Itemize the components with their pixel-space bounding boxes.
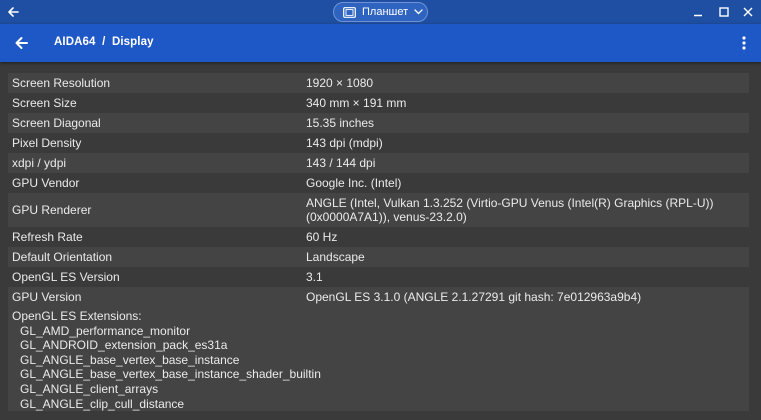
- minimize-button[interactable]: [689, 3, 707, 21]
- maximize-icon: [719, 7, 729, 17]
- info-value: OpenGL ES 3.1.0 (ANGLE 2.1.27291 git has…: [306, 290, 642, 304]
- minimize-icon: [694, 14, 702, 17]
- info-value: 1920 × 1080: [306, 76, 374, 90]
- tablet-icon: [343, 6, 356, 18]
- overflow-menu-button[interactable]: [736, 33, 752, 53]
- list-item: GL_ANGLE_base_vertex_base_instance: [20, 352, 240, 367]
- extensions-heading: OpenGL ES Extensions:: [12, 309, 142, 323]
- list-item: GL_AMD_performance_monitor: [20, 323, 191, 338]
- list-item: GL_ANDROID_extension_pack_es31a: [20, 338, 228, 353]
- list-item: Refresh Rate 60 Hz: [8, 227, 749, 247]
- info-value: Landscape: [306, 250, 365, 264]
- list-item: OpenGL ES Version 3.1: [8, 267, 749, 287]
- list-item: Screen Resolution 1920 × 1080: [8, 73, 749, 93]
- arrow-left-icon: [8, 7, 19, 17]
- back-button[interactable]: [10, 32, 32, 54]
- info-value: 3.1: [306, 270, 323, 284]
- info-key: Default Orientation: [12, 250, 113, 264]
- list-item: GPU Renderer ANGLE (Intel, Vulkan 1.3.25…: [8, 193, 749, 227]
- list-item: GPU Vendor Google Inc. (Intel): [8, 173, 749, 193]
- list-item: Screen Size 340 mm × 191 mm: [8, 93, 749, 113]
- chevron-down-icon: [414, 9, 423, 15]
- arrow-left-icon: [15, 37, 28, 49]
- list-item: Default Orientation Landscape: [8, 247, 749, 267]
- info-key: OpenGL ES Version: [12, 270, 120, 284]
- info-value: 340 mm × 191 mm: [306, 96, 407, 110]
- extensions-block: OpenGL ES Extensions: GL_AMD_performance…: [8, 307, 749, 411]
- info-key: GPU Version: [12, 290, 82, 304]
- info-key: Screen Resolution: [12, 76, 111, 90]
- close-button[interactable]: [739, 3, 757, 21]
- list-item: xdpi / ydpi 143 / 144 dpi: [8, 153, 749, 173]
- window-back-button[interactable]: [4, 3, 22, 21]
- window-title-bar: Планшет: [0, 0, 761, 24]
- page-title: AIDA64 / Display: [54, 36, 154, 48]
- tablet-mode-label: Планшет: [362, 6, 409, 18]
- list-item: GL_ANGLE_clip_cull_distance: [20, 396, 185, 411]
- more-vert-icon: [742, 36, 746, 50]
- maximize-button[interactable]: [715, 3, 733, 21]
- app-bar: AIDA64 / Display: [0, 24, 761, 62]
- info-key: GPU Vendor: [12, 176, 80, 190]
- info-key: Screen Diagonal: [12, 116, 101, 130]
- list-item: GL_ANGLE_base_vertex_base_instance_shade…: [20, 367, 321, 382]
- info-value: 143 dpi (mdpi): [306, 136, 383, 150]
- tablet-mode-dropdown[interactable]: Планшет: [333, 2, 428, 22]
- close-icon: [743, 7, 753, 17]
- info-value: 15.35 inches: [306, 116, 375, 130]
- display-info-list[interactable]: Screen Resolution 1920 × 1080 Screen Siz…: [8, 73, 749, 411]
- list-item: GL_ANGLE_client_arrays: [20, 381, 159, 396]
- info-value: 143 / 144 dpi: [306, 156, 376, 170]
- info-key: xdpi / ydpi: [12, 156, 67, 170]
- info-key: GPU Renderer: [12, 203, 92, 217]
- list-item: GPU Version OpenGL ES 3.1.0 (ANGLE 2.1.2…: [8, 287, 749, 307]
- list-item: Pixel Density 143 dpi (mdpi): [8, 133, 749, 153]
- info-key: Screen Size: [12, 96, 77, 110]
- info-value: Google Inc. (Intel): [306, 176, 402, 190]
- list-item: Screen Diagonal 15.35 inches: [8, 113, 749, 133]
- info-value: ANGLE (Intel, Vulkan 1.3.252 (Virtio-GPU…: [306, 196, 714, 224]
- info-value: 60 Hz: [306, 230, 338, 244]
- info-key: Pixel Density: [12, 136, 82, 150]
- info-key: Refresh Rate: [12, 230, 83, 244]
